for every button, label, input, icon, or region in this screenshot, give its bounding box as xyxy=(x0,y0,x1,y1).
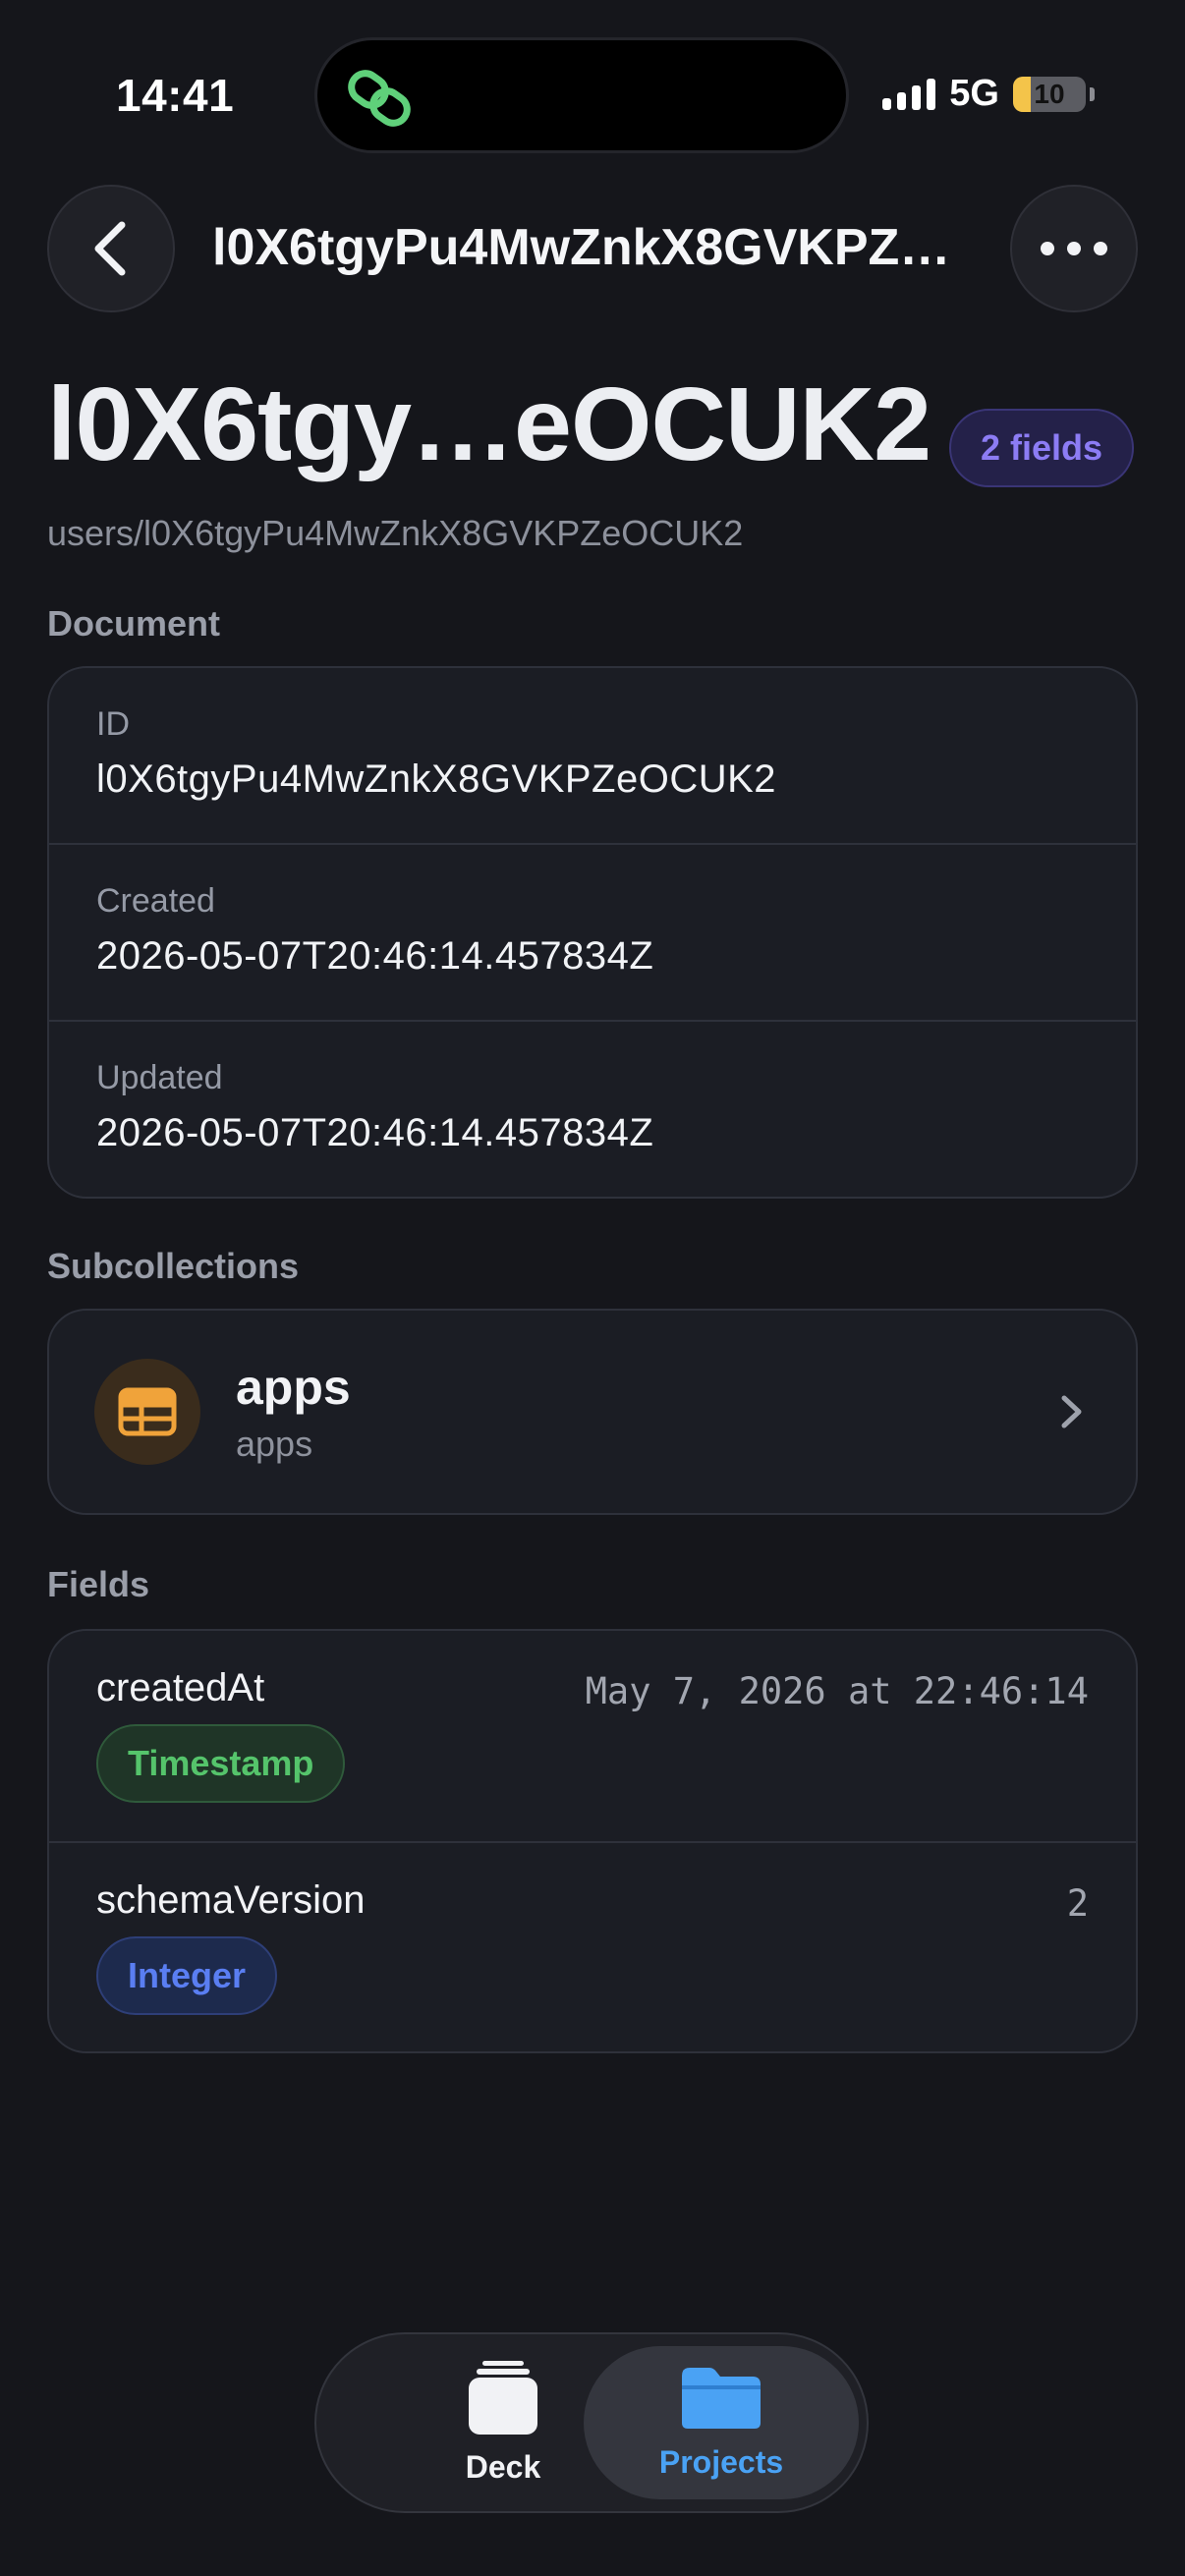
status-indicators: 5G 10 xyxy=(882,73,1095,115)
folder-icon xyxy=(682,2367,761,2429)
network-label: 5G xyxy=(949,73,999,114)
dynamic-island xyxy=(314,37,849,153)
subcollection-title: apps xyxy=(236,1360,351,1415)
chevron-left-icon xyxy=(94,221,126,276)
document-path: users/l0X6tgyPu4MwZnkX8GVKPZeOCUK2 xyxy=(47,513,744,553)
chevron-right-icon xyxy=(1061,1395,1082,1428)
doc-info-key: Created xyxy=(96,882,215,920)
type-badge-timestamp: Timestamp xyxy=(96,1724,346,1803)
battery-cap xyxy=(1090,86,1095,101)
fields-card: createdAt May 7, 2026 at 22:46:14 Timest… xyxy=(47,1629,1138,2053)
field-value: May 7, 2026 at 22:46:14 xyxy=(585,1670,1089,1712)
field-name: schemaVersion xyxy=(96,1878,366,1922)
subcollections-card: apps apps xyxy=(47,1309,1138,1515)
battery-level: 10 xyxy=(1034,78,1065,109)
tab-label: Deck xyxy=(465,2448,541,2485)
more-options-button[interactable] xyxy=(1010,185,1138,312)
table-icon xyxy=(94,1359,200,1465)
status-time: 14:41 xyxy=(116,70,235,121)
back-button[interactable] xyxy=(47,185,175,312)
tab-bar: Deck Projects xyxy=(314,2332,869,2513)
doc-info-value: 2026-05-07T20:46:14.457834Z xyxy=(96,934,654,978)
field-row-schemaVersion[interactable]: schemaVersion 2 Integer xyxy=(49,1843,1136,2051)
document-detail-screen: 14:41 5G 10 l0X6tgyPu4MwZnkX8GVKPZeOCUK2 xyxy=(0,0,1185,2576)
stack-icon xyxy=(469,2360,537,2435)
section-label-fields: Fields xyxy=(47,1564,150,1604)
type-badge-integer: Integer xyxy=(96,1936,278,2015)
field-row-createdAt[interactable]: createdAt May 7, 2026 at 22:46:14 Timest… xyxy=(49,1631,1136,1843)
doc-info-value: l0X6tgyPu4MwZnkX8GVKPZeOCUK2 xyxy=(96,757,777,801)
doc-info-key: Updated xyxy=(96,1059,223,1096)
subcollection-subtitle: apps xyxy=(236,1424,313,1464)
field-value: 2 xyxy=(1066,1882,1089,1925)
document-info-card: ID l0X6tgyPu4MwZnkX8GVKPZeOCUK2 Created … xyxy=(47,666,1138,1199)
nav-title: l0X6tgyPu4MwZnkX8GVKPZeOCUK2 xyxy=(212,219,979,276)
ellipsis-icon xyxy=(1041,242,1107,255)
document-title: l0X6tgy…eOCUK2 xyxy=(47,366,931,482)
link-icon xyxy=(348,70,411,127)
document-id-row[interactable]: ID l0X6tgyPu4MwZnkX8GVKPZeOCUK2 xyxy=(49,668,1136,845)
battery-icon: 10 xyxy=(1013,76,1086,112)
doc-info-value: 2026-05-07T20:46:14.457834Z xyxy=(96,1111,654,1154)
tab-deck[interactable]: Deck xyxy=(405,2346,601,2499)
section-label-subcollections: Subcollections xyxy=(47,1246,300,1286)
tab-projects[interactable]: Projects xyxy=(584,2346,859,2499)
section-label-document: Document xyxy=(47,603,221,644)
subcollection-row-apps[interactable]: apps apps xyxy=(49,1311,1136,1513)
signal-icon xyxy=(882,78,936,110)
document-updated-row[interactable]: Updated 2026-05-07T20:46:14.457834Z xyxy=(49,1022,1136,1197)
document-created-row[interactable]: Created 2026-05-07T20:46:14.457834Z xyxy=(49,845,1136,1022)
doc-info-key: ID xyxy=(96,705,130,743)
field-count-badge: 2 fields xyxy=(949,409,1135,487)
tab-label: Projects xyxy=(658,2443,784,2480)
